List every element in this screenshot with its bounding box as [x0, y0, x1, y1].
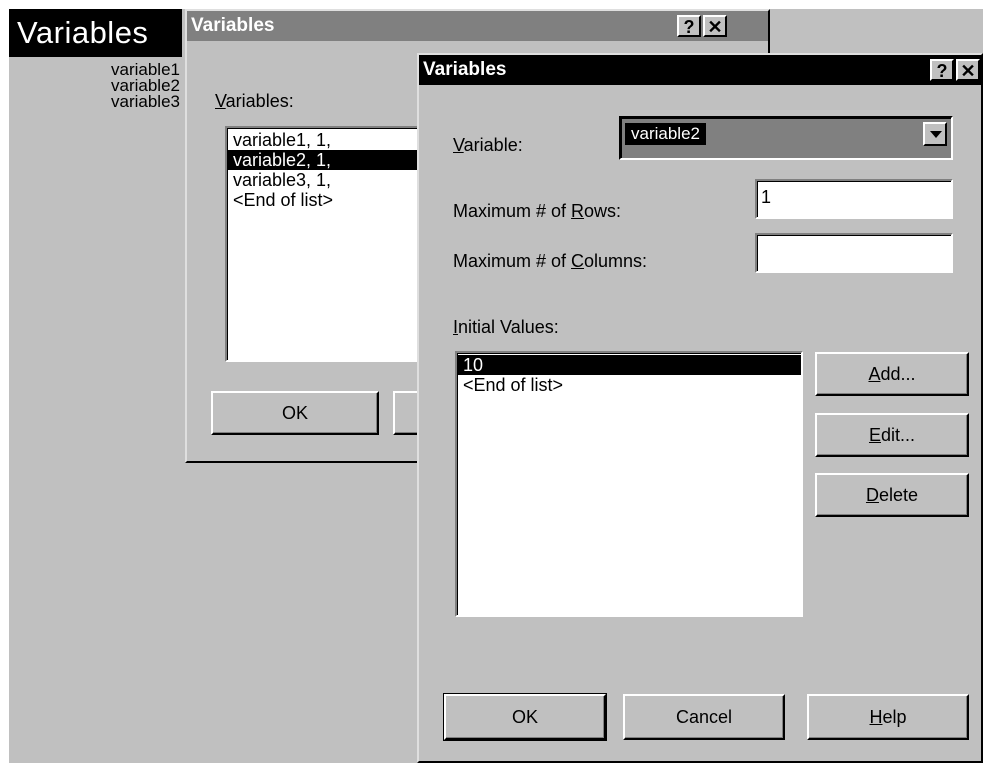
delete-button[interactable]: Delete [815, 473, 969, 517]
variable-label: Variable: [453, 135, 523, 155]
initial-values-listbox[interactable]: 10 <End of list> [455, 351, 803, 617]
close-icon[interactable]: ✕ [956, 59, 980, 81]
add-button[interactable]: Add... [815, 352, 969, 396]
ok-button[interactable]: OK [443, 693, 607, 741]
variable-combobox[interactable]: variable2 [619, 116, 953, 160]
edit-button[interactable]: Edit... [815, 413, 969, 457]
list-item[interactable]: <End of list> [457, 375, 801, 395]
variable-combobox-value: variable2 [625, 123, 706, 145]
chevron-down-icon[interactable] [923, 122, 947, 146]
background-variable-item: variable3 [111, 92, 180, 111]
title-bar[interactable]: Variables [419, 55, 981, 85]
cancel-button[interactable]: Cancel [623, 694, 785, 740]
close-icon[interactable]: ✕ [703, 15, 727, 37]
ok-button[interactable]: OK [211, 391, 379, 435]
variables-list-label: Variables: [215, 91, 294, 111]
max-columns-label: Maximum # of Columns: [453, 251, 648, 271]
dialog-title: Variables [191, 15, 275, 36]
list-item-selected[interactable]: 10 [457, 355, 801, 375]
background-variable-list: variable1 variable2 variable3 [9, 61, 182, 111]
max-rows-input[interactable]: 1 [755, 179, 953, 219]
variables-header-label: Variables [9, 9, 182, 57]
max-rows-label: Maximum # of Rows: [453, 201, 622, 221]
initial-values-label: Initial Values: [453, 317, 559, 337]
help-icon[interactable]: ? [677, 15, 701, 37]
dialog-title: Variables [423, 59, 507, 80]
help-button[interactable]: Help [807, 694, 969, 740]
variable-properties-dialog: Variables ? ✕ Variable: variable2 Maximu… [417, 53, 983, 763]
max-columns-input[interactable] [755, 233, 953, 273]
help-icon[interactable]: ? [930, 59, 954, 81]
